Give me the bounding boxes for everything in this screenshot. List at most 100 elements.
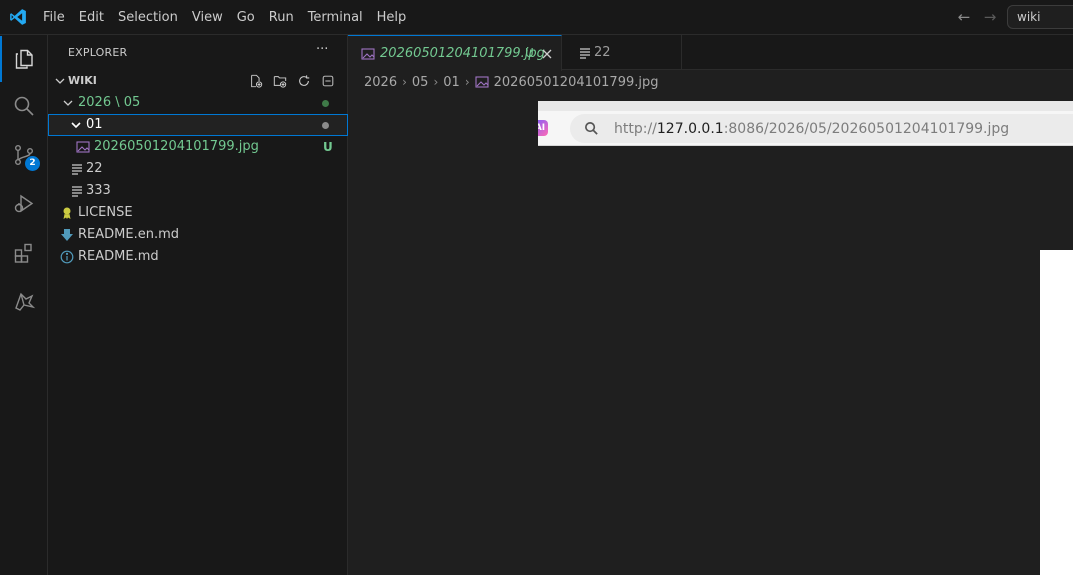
tree-label: 333 <box>86 183 111 198</box>
navigation-arrows: ← → <box>955 8 999 26</box>
modified-dot <box>322 100 329 107</box>
command-center-search[interactable]: wiki <box>1007 5 1073 29</box>
chevron-right-icon: › <box>464 75 470 89</box>
breadcrumb-item[interactable]: 05 <box>412 75 429 90</box>
explorer-sidebar: EXPLORER ··· WIKI 2026 \ 05 01 202605012… <box>48 35 348 575</box>
workspace-section-header[interactable]: WIKI <box>48 70 348 92</box>
markdown-download-icon <box>61 229 73 241</box>
tree-label: 01 <box>86 117 103 132</box>
tab-label: 22 <box>594 45 611 60</box>
untracked-status: U <box>323 140 333 154</box>
tab-label: 20260501204101799.jpg <box>380 46 545 61</box>
more-actions-icon[interactable]: ··· <box>316 42 328 57</box>
menu-edit[interactable]: Edit <box>72 0 111 35</box>
tree-file-readme-en[interactable]: README.en.md <box>48 224 348 246</box>
new-file-icon <box>251 74 263 88</box>
collapse-all-icon <box>322 75 334 87</box>
breadcrumb: 2026 › 05 › 01 › 20260501204101799.jpg <box>348 71 1073 93</box>
back-arrow-icon[interactable]: ← <box>955 8 973 26</box>
tree-label: LICENSE <box>78 205 133 220</box>
tab-22[interactable]: 22 <box>562 35 682 70</box>
tree-folder-2026-05[interactable]: 2026 \ 05 <box>48 92 348 114</box>
tree-label: README.md <box>78 249 159 264</box>
image-preview: AI http://127.0.0.1:8086/2026/05/2026050… <box>538 101 1073 575</box>
run-debug-activity[interactable] <box>0 181 48 227</box>
tree-label: 2026 \ 05 <box>78 95 141 110</box>
new-file-button[interactable] <box>246 72 266 90</box>
tab-image[interactable]: 20260501204101799.jpg U <box>348 35 562 71</box>
activity-bar: 2 <box>0 35 48 575</box>
run-debug-icon <box>14 194 34 213</box>
menu-bar: File Edit Selection View Go Run Terminal… <box>36 0 413 35</box>
screenshot-top-strip <box>538 101 1073 111</box>
workspace-name: WIKI <box>68 74 97 87</box>
url-prefix: http:// <box>614 121 657 137</box>
breadcrumb-item[interactable]: 01 <box>443 75 460 90</box>
files-icon <box>15 49 33 69</box>
text-file-icon <box>580 48 590 59</box>
menu-selection[interactable]: Selection <box>111 0 185 35</box>
explorer-title: EXPLORER <box>68 46 128 59</box>
vscode-logo-icon <box>10 9 26 25</box>
menu-run[interactable]: Run <box>262 0 301 35</box>
text-file-icon <box>72 186 82 197</box>
screenshot-url-box: http://127.0.0.1:8086/2026/05/2026050120… <box>570 114 1073 143</box>
search-icon <box>14 96 34 116</box>
image-file-icon <box>475 76 489 88</box>
source-control-badge: 2 <box>25 156 40 171</box>
chevron-right-icon: › <box>433 75 439 89</box>
image-file-icon <box>361 48 375 60</box>
tree-label: 22 <box>86 161 103 176</box>
explorer-activity[interactable] <box>0 36 48 82</box>
new-folder-button[interactable] <box>270 72 290 90</box>
new-folder-icon <box>273 76 287 88</box>
breadcrumb-item[interactable]: 20260501204101799.jpg <box>494 75 659 90</box>
refresh-button[interactable] <box>294 72 314 90</box>
screenshot-white-panel <box>1040 250 1073 575</box>
url-rest: :8086/2026/05/20260501204101799.jpg <box>723 121 1010 137</box>
copilot-activity[interactable] <box>0 279 48 325</box>
extensions-icon <box>14 243 32 263</box>
breadcrumb-item[interactable]: 2026 <box>364 75 397 90</box>
copilot-icon <box>15 292 36 311</box>
extensions-activity[interactable] <box>0 230 48 276</box>
screenshot-browser-bar: AI http://127.0.0.1:8086/2026/05/2026050… <box>538 111 1073 146</box>
tree-label: README.en.md <box>78 227 179 242</box>
chevron-down-icon <box>55 78 65 84</box>
tab-untracked-status: U <box>525 46 534 60</box>
image-file-icon <box>76 141 90 153</box>
tree-file-readme[interactable]: README.md <box>48 246 348 268</box>
search-icon <box>585 122 598 135</box>
info-icon <box>60 250 74 264</box>
menu-go[interactable]: Go <box>230 0 262 35</box>
menu-terminal[interactable]: Terminal <box>301 0 370 35</box>
tree-file-333[interactable]: 333 <box>48 180 348 202</box>
tree-label: 20260501204101799.jpg <box>94 139 259 154</box>
section-actions <box>246 72 338 90</box>
tree-folder-01[interactable]: 01 <box>48 114 348 136</box>
chevron-right-icon: › <box>402 75 407 89</box>
text-file-icon <box>72 164 82 175</box>
chevron-down-icon <box>63 100 73 106</box>
menu-view[interactable]: View <box>185 0 230 35</box>
modified-dot <box>322 122 329 129</box>
tree-file-jpg[interactable]: 20260501204101799.jpg U <box>48 136 348 158</box>
menu-file[interactable]: File <box>36 0 72 35</box>
ai-extension-icon: AI <box>538 120 548 136</box>
refresh-icon <box>299 75 310 86</box>
editor-area: 20260501204101799.jpg U 22 2026 › 05 › 0… <box>348 35 1073 575</box>
chevron-down-icon <box>71 122 81 129</box>
close-icon[interactable] <box>541 48 553 60</box>
url-host: 127.0.0.1 <box>656 121 724 137</box>
source-control-activity[interactable]: 2 <box>0 132 48 178</box>
search-activity[interactable] <box>0 83 48 129</box>
editor-tabs: 20260501204101799.jpg U 22 <box>348 35 1073 71</box>
collapse-all-button[interactable] <box>318 72 338 90</box>
menu-help[interactable]: Help <box>370 0 414 35</box>
screenshot-url: http://127.0.0.1:8086/2026/05/2026050120… <box>614 121 1009 137</box>
tree-file-22[interactable]: 22 <box>48 158 348 180</box>
forward-arrow-icon[interactable]: → <box>981 8 999 26</box>
screenshot-page-body <box>538 146 1073 575</box>
license-icon <box>63 207 71 219</box>
tree-file-license[interactable]: LICENSE <box>48 202 348 224</box>
